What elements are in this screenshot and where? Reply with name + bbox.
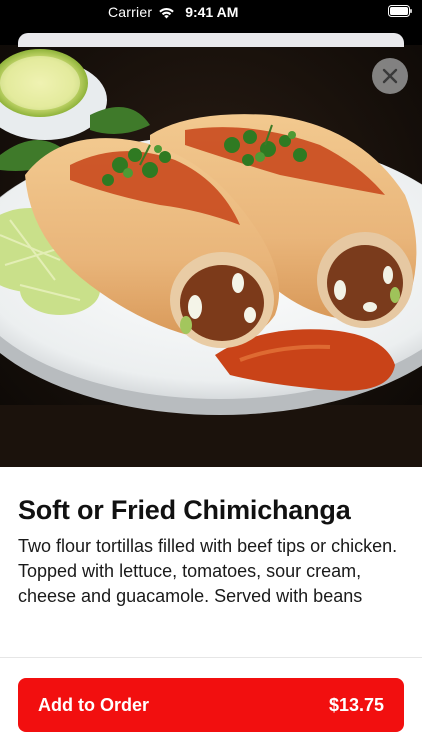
close-icon: [382, 68, 398, 84]
item-description: Two flour tortillas filled with beef tip…: [18, 536, 398, 606]
status-left: Carrier 9:41 AM: [108, 4, 238, 20]
add-to-order-label: Add to Order: [38, 694, 149, 715]
battery-icon: [388, 5, 412, 17]
chimichanga-photo: [0, 45, 422, 467]
price-label: $13.75: [328, 694, 384, 715]
clock-time: 9:41 AM: [185, 4, 239, 20]
close-button[interactable]: [372, 58, 408, 94]
wifi-icon: [159, 7, 174, 18]
status-bar: Carrier 9:41 AM: [0, 0, 422, 24]
item-details: Soft or Fried Chimichanga Two flour tort…: [0, 467, 422, 750]
divider: [0, 657, 422, 658]
screen: Carrier 9:41 AM Soft or Fried Chimichang…: [0, 0, 422, 750]
carrier-label: Carrier: [108, 4, 153, 20]
sheet-top-edge: [18, 33, 404, 47]
item-title: Soft or Fried Chimichanga: [18, 495, 351, 525]
add-to-order-button[interactable]: Add to Order $13.75: [18, 678, 404, 732]
